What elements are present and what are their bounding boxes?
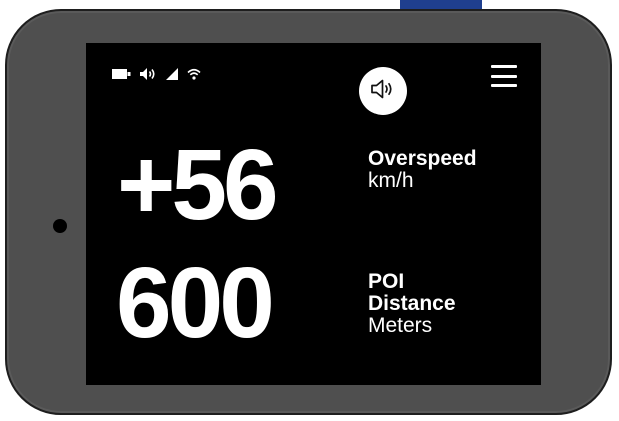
menu-line [491, 65, 517, 68]
poi-distance-value: 600 [116, 247, 275, 359]
wifi-icon [187, 68, 201, 80]
sound-toggle-button[interactable] [359, 67, 407, 115]
stage: +56 Overspeed km/h 600 POI Distance Mete… [0, 0, 619, 421]
menu-line [491, 74, 517, 78]
speaker-icon [370, 79, 396, 104]
overspeed-labels: Overspeed km/h [368, 147, 477, 193]
distance-label: Distance [368, 292, 456, 316]
camera-dot [53, 219, 67, 233]
menu-line [491, 84, 517, 87]
signal-icon [166, 68, 178, 80]
poi-distance-labels: POI Distance Meters [368, 270, 456, 338]
poi-distance-unit: Meters [368, 314, 433, 338]
battery-icon [112, 69, 131, 79]
hamburger-menu-icon[interactable] [491, 65, 517, 87]
device-screen: +56 Overspeed km/h 600 POI Distance Mete… [86, 43, 541, 385]
overspeed-label: Overspeed [368, 147, 477, 170]
overspeed-unit: km/h [368, 169, 414, 193]
status-bar [112, 68, 201, 80]
volume-icon [140, 68, 157, 80]
poi-label: POI [368, 270, 405, 293]
overspeed-value: +56 [117, 129, 279, 241]
